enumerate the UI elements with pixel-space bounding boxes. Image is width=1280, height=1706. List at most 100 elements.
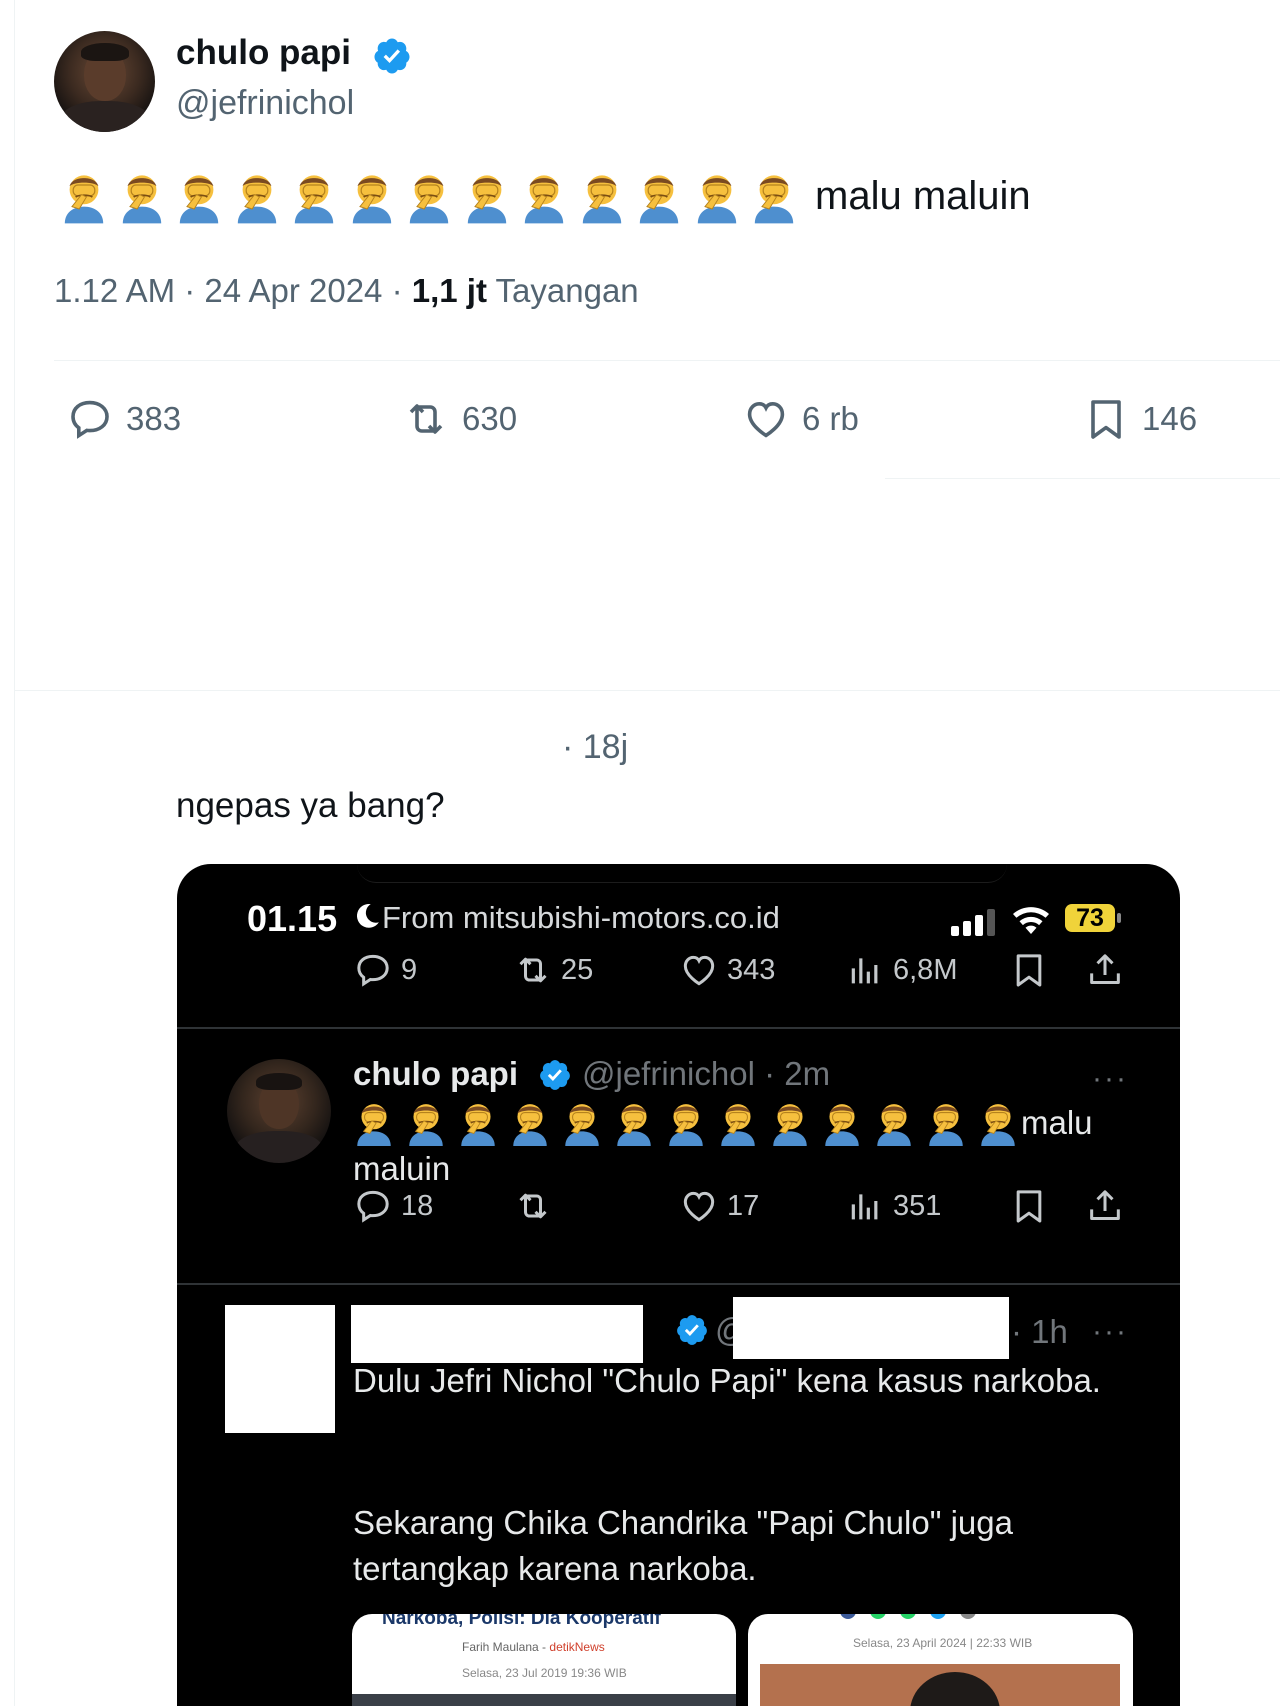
like-count: 6 rb bbox=[802, 400, 859, 437]
face-palm-emoji bbox=[635, 170, 693, 228]
author-name[interactable]: chulo papi bbox=[176, 33, 351, 73]
action-bar: 383 630 6 rb 146 bbox=[0, 395, 1280, 445]
verified-badge-icon bbox=[374, 38, 410, 74]
views-button[interactable]: 351 bbox=[845, 1186, 941, 1226]
retweet-button[interactable]: 630 bbox=[402, 395, 517, 443]
avatar[interactable] bbox=[54, 31, 155, 132]
post-text: Sekarang Chika Chandrika "Papi Chulo" ju… bbox=[353, 1504, 1013, 1587]
reply-icon bbox=[357, 1190, 389, 1223]
moon-icon bbox=[356, 903, 379, 928]
reply-time[interactable]: · 18j bbox=[562, 728, 628, 767]
post-time[interactable]: · 1h bbox=[1011, 1313, 1068, 1351]
like-button[interactable]: 6 rb bbox=[742, 395, 859, 443]
author-name[interactable]: chulo papi bbox=[353, 1055, 518, 1093]
attached-screenshot[interactable]: 01.15 From mitsubishi-motors.co.id 73 9 … bbox=[177, 864, 1180, 1706]
wifi-icon bbox=[1013, 907, 1049, 934]
like-icon bbox=[683, 955, 715, 986]
like-button[interactable]: 17 bbox=[679, 1186, 759, 1226]
reply-count: 9 bbox=[401, 953, 418, 986]
tweet-meta: 1.12 AM · 24 Apr 2024 · 1,1 jt Tayangan bbox=[54, 272, 639, 310]
emoji-row bbox=[60, 170, 808, 228]
tweet-time[interactable]: 1.12 AM bbox=[54, 272, 175, 309]
signal-icon bbox=[951, 909, 995, 936]
like-button[interactable]: 343 bbox=[679, 950, 775, 990]
phone-action-bar: 9 25 343 6,8M bbox=[177, 950, 1180, 994]
divider bbox=[14, 690, 1280, 691]
battery-icon: 73 bbox=[1065, 902, 1123, 934]
reply-count: 383 bbox=[126, 400, 182, 437]
views-label: Tayangan bbox=[495, 272, 639, 309]
face-palm-emoji bbox=[353, 1100, 405, 1148]
share-button[interactable] bbox=[1085, 950, 1125, 990]
face-palm-emoji bbox=[463, 170, 521, 228]
face-palm-emoji bbox=[561, 1100, 613, 1148]
face-palm-emoji bbox=[457, 1100, 509, 1148]
face-palm-emoji bbox=[348, 170, 406, 228]
views-count: 351 bbox=[893, 1189, 942, 1222]
news-image-card[interactable]: Selasa, 23 April 2024 | 22:33 WIB bbox=[748, 1614, 1133, 1706]
retweet-button[interactable] bbox=[513, 1186, 553, 1226]
retweet-icon bbox=[409, 404, 443, 434]
meta-separator: · bbox=[391, 272, 403, 309]
divider bbox=[177, 1027, 1180, 1029]
face-palm-emoji bbox=[60, 170, 118, 228]
face-palm-emoji bbox=[769, 1100, 821, 1148]
more-icon[interactable]: ··· bbox=[1092, 1315, 1128, 1349]
timeline-border bbox=[14, 0, 15, 1706]
bookmark-icon bbox=[1016, 1190, 1042, 1223]
card-author: Farih Maulana - detikNews bbox=[462, 1640, 605, 1654]
bookmark-icon bbox=[1091, 400, 1121, 439]
bookmark-button[interactable] bbox=[1009, 950, 1049, 990]
retweet-button[interactable]: 25 bbox=[513, 950, 593, 990]
tweet-date[interactable]: 24 Apr 2024 bbox=[204, 272, 382, 309]
retweet-icon bbox=[519, 1193, 547, 1219]
news-photo bbox=[760, 1664, 1120, 1706]
redacted-name bbox=[351, 1305, 643, 1363]
face-palm-emoji bbox=[405, 170, 463, 228]
emoji-row bbox=[353, 1100, 1029, 1148]
status-time: 01.15 bbox=[247, 898, 338, 939]
divider bbox=[885, 478, 1280, 479]
divider bbox=[54, 360, 1280, 361]
face-palm-emoji bbox=[405, 1100, 457, 1148]
face-palm-emoji bbox=[717, 1100, 769, 1148]
face-palm-emoji bbox=[290, 170, 348, 228]
author-handle[interactable]: @jefrinichol bbox=[176, 84, 354, 123]
face-palm-emoji bbox=[520, 170, 578, 228]
post-text: maluin bbox=[353, 1150, 451, 1187]
like-count: 343 bbox=[727, 953, 776, 986]
face-palm-emoji bbox=[693, 170, 751, 228]
share-dots-icon bbox=[840, 1614, 976, 1619]
views-count: 1,1 jt bbox=[411, 272, 487, 309]
retweet-count: 630 bbox=[462, 400, 518, 437]
bookmark-count: 146 bbox=[1142, 400, 1198, 437]
author-handle-time[interactable]: @jefrinichol · 2m bbox=[582, 1055, 830, 1093]
battery-level: 73 bbox=[1065, 904, 1115, 932]
views-icon bbox=[851, 958, 878, 984]
views-button[interactable]: 6,8M bbox=[845, 950, 957, 990]
reply-count: 18 bbox=[401, 1189, 434, 1222]
phone-notch bbox=[357, 864, 1007, 883]
share-button[interactable] bbox=[1085, 1186, 1125, 1226]
card-date: Selasa, 23 April 2024 | 22:33 WIB bbox=[853, 1636, 1033, 1650]
reply-button[interactable]: 383 bbox=[66, 395, 181, 443]
phone-action-bar: 18 17 351 bbox=[177, 1186, 1180, 1230]
like-icon bbox=[747, 401, 785, 438]
news-image-card[interactable]: Narkoba, Polisi: Dia Kooperatif Farih Ma… bbox=[352, 1614, 736, 1706]
share-icon bbox=[1090, 954, 1120, 984]
bookmark-icon bbox=[1016, 954, 1042, 987]
face-palm-emoji bbox=[175, 170, 233, 228]
bookmark-button[interactable] bbox=[1009, 1186, 1049, 1226]
reply-button[interactable]: 9 bbox=[353, 950, 417, 990]
avatar[interactable] bbox=[227, 1059, 331, 1163]
face-palm-emoji bbox=[578, 170, 636, 228]
face-palm-emoji bbox=[873, 1100, 925, 1148]
reply-button[interactable]: 18 bbox=[353, 1186, 433, 1226]
retweet-icon bbox=[519, 957, 547, 983]
face-palm-emoji bbox=[233, 170, 291, 228]
bookmark-button[interactable]: 146 bbox=[1082, 395, 1197, 443]
more-icon[interactable]: ··· bbox=[1092, 1062, 1128, 1096]
post-text: malu bbox=[1021, 1104, 1093, 1141]
like-count: 17 bbox=[727, 1189, 760, 1222]
like-icon bbox=[683, 1191, 715, 1222]
